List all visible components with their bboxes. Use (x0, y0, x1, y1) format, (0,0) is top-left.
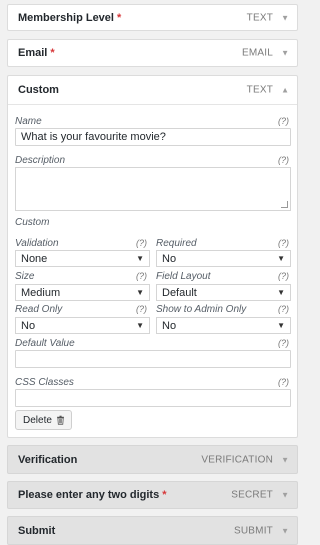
description-label: Description (15, 155, 66, 166)
field-title: Custom (18, 84, 59, 96)
help-icon[interactable]: (?) (278, 116, 289, 126)
validation-label: Validation (15, 238, 59, 249)
field-card-header[interactable]: Email * EMAIL ▼ (8, 40, 297, 66)
delete-button-label: Delete (23, 414, 52, 426)
field-title: Please enter any two digits * (18, 489, 167, 501)
validation-value: None (21, 252, 48, 265)
size-label: Size (15, 271, 35, 282)
name-input[interactable]: What is your favourite movie? (15, 128, 291, 146)
chevron-down-icon: ▼ (277, 321, 285, 330)
chevron-down-icon: ▼ (136, 288, 144, 297)
css-classes-label: CSS Classes (15, 377, 74, 388)
help-icon[interactable]: (?) (278, 155, 289, 165)
size-value: Medium (21, 286, 61, 299)
field-card-header[interactable]: Custom TEXT ▲ (8, 76, 297, 104)
show-admin-only-label: Show to Admin Only (156, 304, 247, 315)
validation-select[interactable]: None ▼ (15, 250, 150, 267)
help-icon[interactable]: (?) (278, 377, 289, 387)
help-icon[interactable]: (?) (278, 304, 289, 314)
name-input-value: What is your favourite movie? (21, 131, 166, 143)
divider (8, 104, 297, 105)
resize-handle-icon[interactable] (281, 201, 288, 208)
field-title-text: Email (18, 47, 48, 59)
expand-arrow-icon[interactable]: ▼ (281, 491, 289, 500)
custom-static-text: Custom (15, 217, 50, 228)
field-card-header[interactable]: Verification VERIFICATION ▼ (8, 446, 297, 473)
field-layout-select[interactable]: Default ▼ (156, 284, 291, 301)
description-textarea[interactable] (15, 167, 291, 211)
field-title-text: Please enter any two digits (18, 489, 160, 501)
field-type-label: VERIFICATION (201, 454, 273, 465)
required-value: No (162, 252, 177, 265)
delete-button[interactable]: Delete (15, 410, 72, 430)
field-card-custom: Custom TEXT ▲ Name (?) What is your favo… (7, 75, 298, 438)
help-icon[interactable]: (?) (136, 304, 147, 314)
show-admin-only-select[interactable]: No ▼ (156, 317, 291, 334)
field-title: Email * (18, 47, 55, 59)
help-icon[interactable]: (?) (278, 338, 289, 348)
expand-arrow-icon[interactable]: ▼ (281, 526, 289, 535)
help-icon[interactable]: (?) (136, 271, 147, 281)
help-icon[interactable]: (?) (278, 271, 289, 281)
read-only-value: No (21, 319, 36, 332)
field-card-verification[interactable]: Verification VERIFICATION ▼ (7, 445, 298, 474)
chevron-down-icon: ▼ (277, 254, 285, 263)
field-card-two-digits[interactable]: Please enter any two digits * SECRET ▼ (7, 481, 298, 509)
required-label: Required (156, 238, 197, 249)
read-only-select[interactable]: No ▼ (15, 317, 150, 334)
help-icon[interactable]: (?) (278, 238, 289, 248)
field-type-label: SECRET (231, 489, 273, 501)
field-layout-value: Default (162, 286, 197, 299)
chevron-down-icon: ▼ (277, 288, 285, 297)
field-title: Membership Level * (18, 12, 121, 24)
required-select[interactable]: No ▼ (156, 250, 291, 267)
chevron-down-icon: ▼ (136, 254, 144, 263)
field-type-label: SUBMIT (234, 525, 273, 536)
required-asterisk: * (117, 11, 122, 24)
field-layout-label: Field Layout (156, 271, 211, 282)
name-label: Name (15, 116, 42, 127)
field-type-label: TEXT (246, 84, 273, 96)
field-card-header[interactable]: Submit SUBMIT ▼ (8, 517, 297, 544)
chevron-down-icon: ▼ (136, 321, 144, 330)
field-title: Submit (18, 524, 56, 537)
css-classes-input[interactable] (15, 389, 291, 407)
trash-icon (56, 415, 64, 425)
expand-arrow-icon[interactable]: ▼ (281, 13, 289, 22)
collapse-arrow-icon[interactable]: ▲ (281, 86, 289, 95)
field-title: Verification (18, 453, 78, 466)
expand-arrow-icon[interactable]: ▼ (281, 49, 289, 58)
show-admin-only-value: No (162, 319, 177, 332)
help-icon[interactable]: (?) (136, 238, 147, 248)
field-title-text: Membership Level (18, 11, 114, 24)
default-value-label: Default Value (15, 338, 75, 349)
default-value-input[interactable] (15, 350, 291, 368)
read-only-label: Read Only (15, 304, 63, 315)
size-select[interactable]: Medium ▼ (15, 284, 150, 301)
field-card-submit[interactable]: Submit SUBMIT ▼ (7, 516, 298, 545)
field-type-label: TEXT (246, 12, 273, 23)
field-type-label: EMAIL (241, 47, 273, 59)
required-asterisk: * (50, 47, 55, 59)
field-card-header[interactable]: Membership Level * TEXT ▼ (8, 5, 297, 30)
required-asterisk: * (162, 489, 167, 501)
field-card-membership-level[interactable]: Membership Level * TEXT ▼ (7, 4, 298, 31)
field-card-header[interactable]: Please enter any two digits * SECRET ▼ (8, 482, 297, 508)
field-card-email[interactable]: Email * EMAIL ▼ (7, 39, 298, 67)
expand-arrow-icon[interactable]: ▼ (281, 455, 289, 464)
